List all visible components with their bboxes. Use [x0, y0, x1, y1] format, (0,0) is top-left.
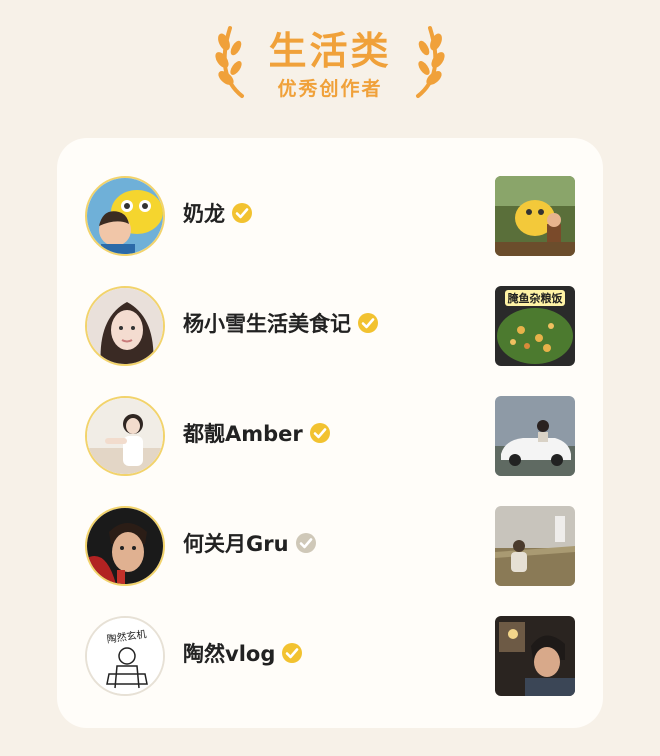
- page-title: 生活类: [268, 29, 392, 73]
- creator-row[interactable]: 陶然玄机 陶然vlog: [57, 616, 603, 696]
- sketch-avatar-icon[interactable]: 陶然玄机: [85, 616, 165, 696]
- verified-badge-icon: [295, 533, 316, 553]
- portrait-avatar-icon[interactable]: [85, 286, 165, 366]
- verified-badge-icon: [358, 313, 378, 333]
- verified-badge-icon: [232, 203, 252, 223]
- portrait-avatar-icon[interactable]: [85, 506, 165, 586]
- creator-row[interactable]: 都靓Amber: [57, 396, 603, 476]
- cartoon-avatar-icon[interactable]: [85, 176, 165, 256]
- page-subtitle: 优秀创作者: [277, 78, 383, 100]
- creator-name[interactable]: 陶然vlog: [183, 638, 303, 668]
- verified-badge-icon: [282, 643, 303, 663]
- verified-badge-icon: [309, 423, 330, 443]
- creator-list-card: 奶龙 杨小雪生活美食记 腌鱼杂粮饭 都靓Amber 何关月Gru 陶然玄机 陶然…: [57, 138, 603, 728]
- header: 生活类 优秀创作者: [0, 0, 660, 130]
- creator-name[interactable]: 奶龙: [183, 198, 253, 228]
- portrait-thumbnail-icon[interactable]: [495, 616, 575, 696]
- portrait-avatar-icon[interactable]: [85, 396, 165, 476]
- creator-name[interactable]: 都靓Amber: [183, 418, 331, 448]
- field-thumbnail-icon[interactable]: [495, 506, 575, 586]
- thumbnail-caption: 腌鱼杂粮饭: [508, 291, 563, 305]
- car-thumbnail-icon[interactable]: [495, 396, 575, 476]
- cartoon-thumbnail-icon[interactable]: [495, 176, 575, 256]
- creator-row[interactable]: 杨小雪生活美食记 腌鱼杂粮饭: [57, 286, 603, 366]
- creator-row[interactable]: 奶龙: [57, 176, 603, 256]
- creator-name[interactable]: 何关月Gru: [183, 528, 317, 558]
- food-thumbnail-icon[interactable]: 腌鱼杂粮饭: [495, 286, 575, 366]
- creator-name[interactable]: 杨小雪生活美食记: [183, 308, 379, 338]
- creator-row[interactable]: 何关月Gru: [57, 506, 603, 586]
